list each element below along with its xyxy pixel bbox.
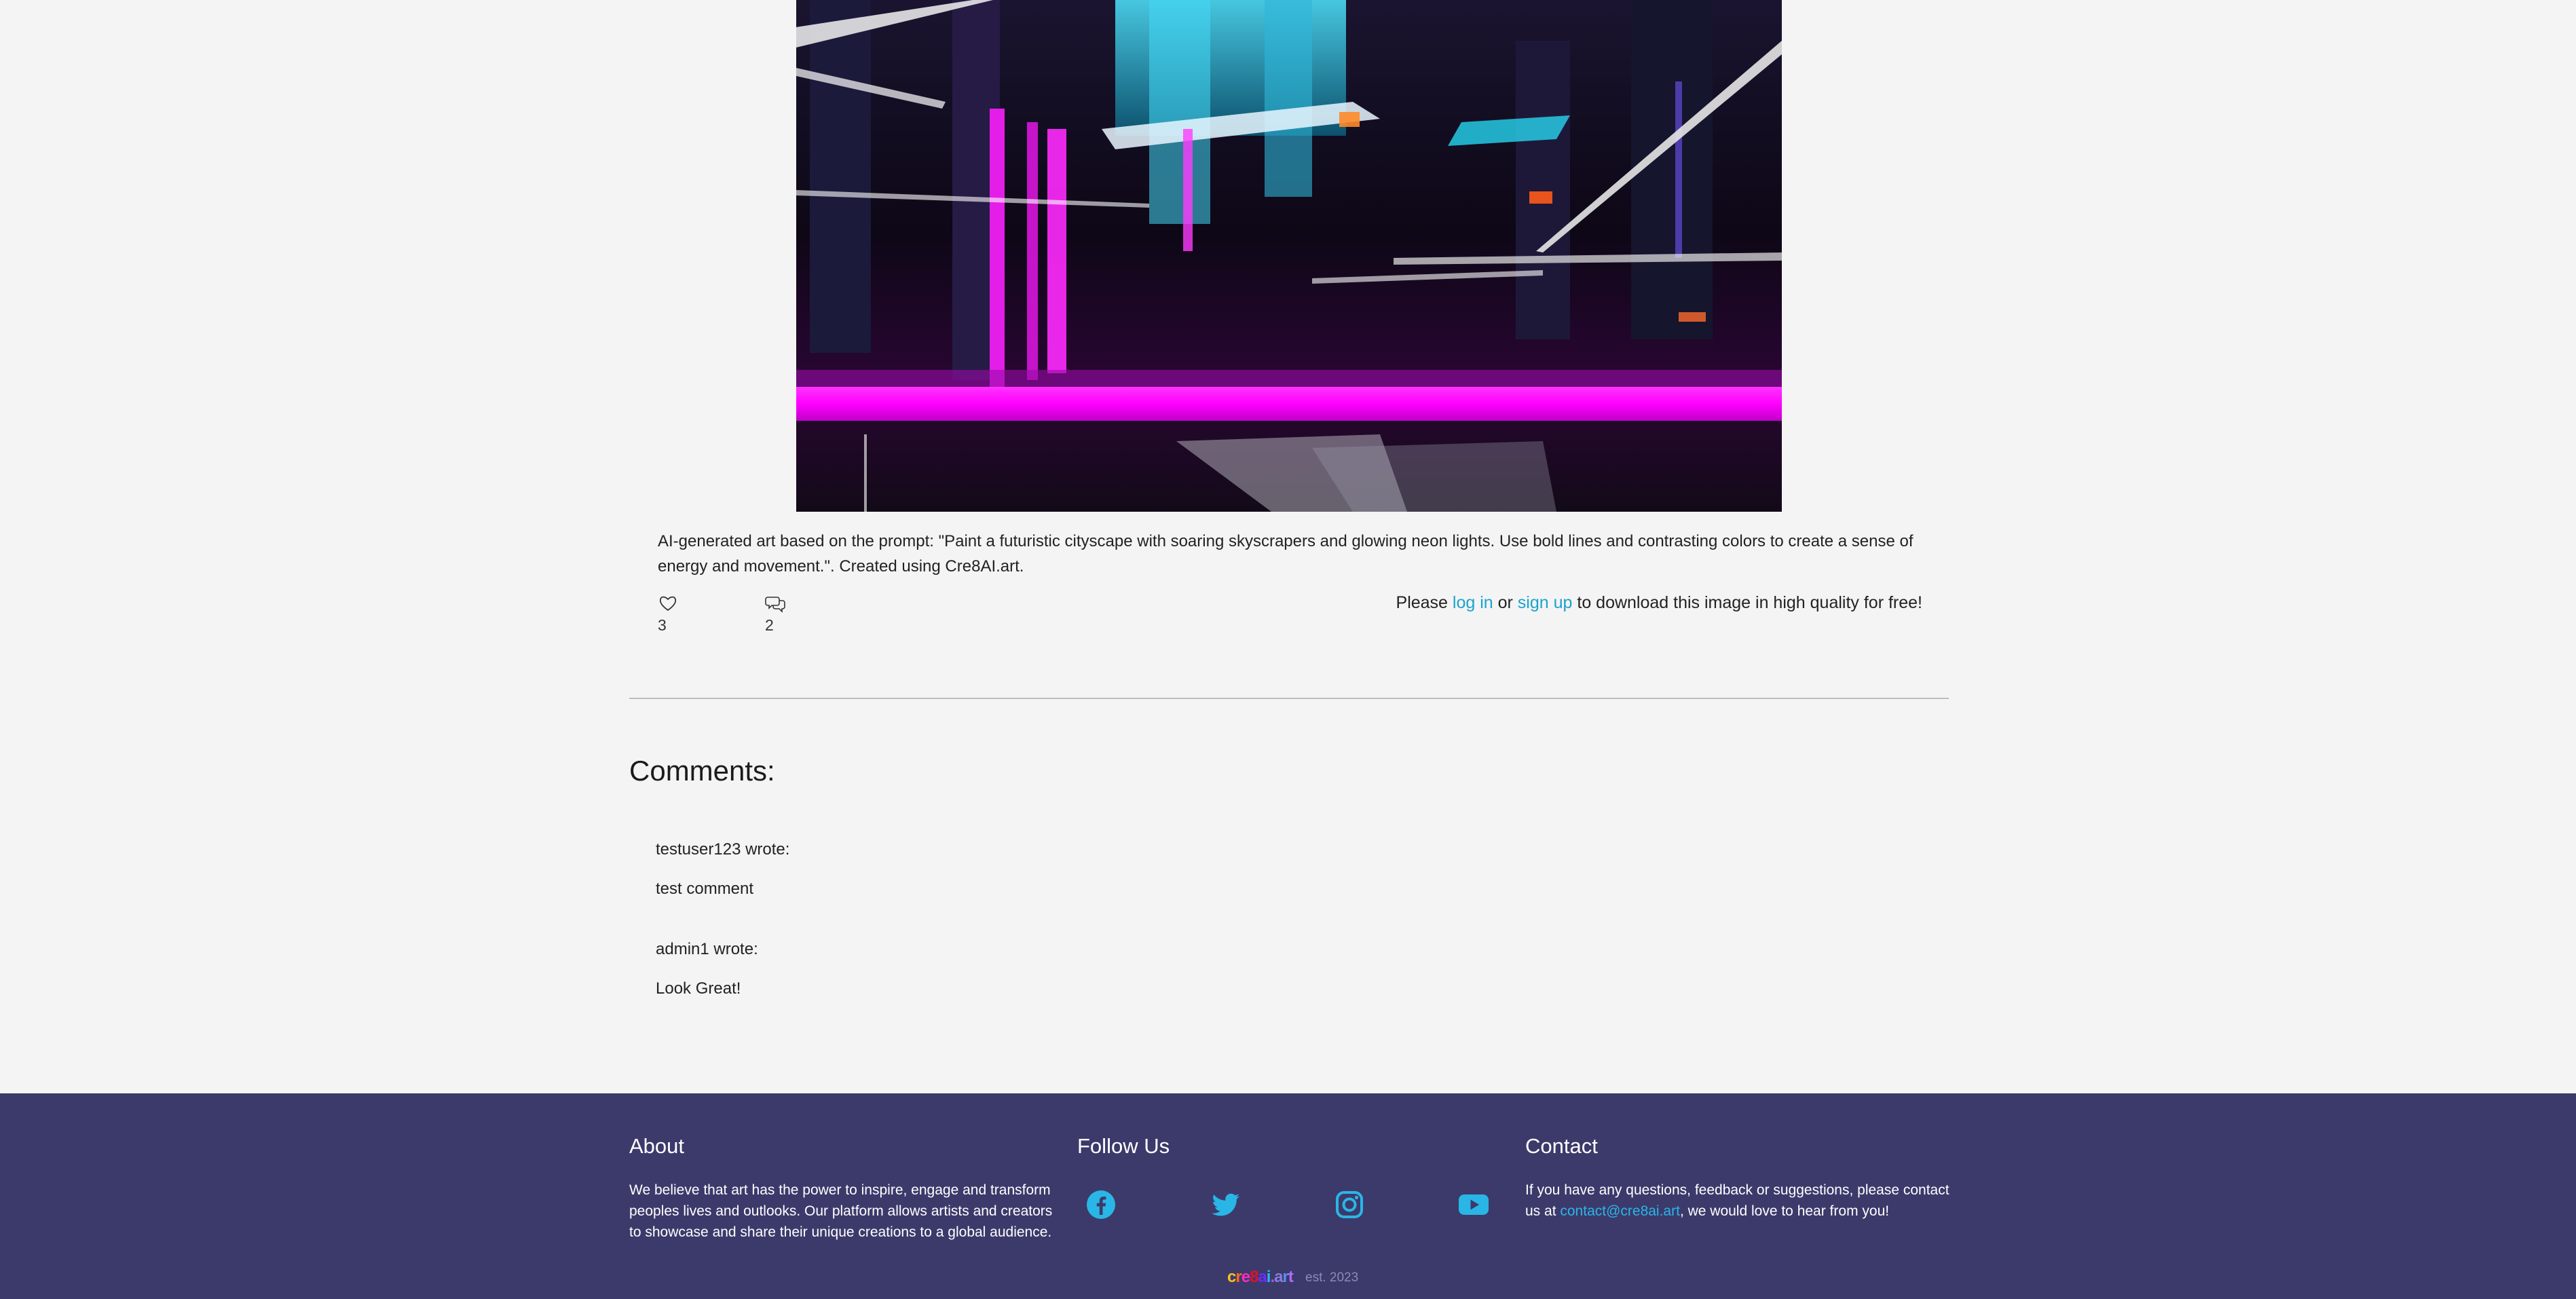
established-year: est. 2023 (1305, 1270, 1359, 1285)
like-count: 3 (658, 616, 667, 634)
instagram-icon[interactable] (1334, 1189, 1365, 1220)
like-stat[interactable]: 3 (658, 593, 678, 635)
artwork-description: AI-generated art based on the prompt: "P… (658, 532, 1914, 576)
contact-email-link[interactable]: contact@cre8ai.art (1560, 1203, 1680, 1219)
footer-about-text: We believe that art has the power to ins… (629, 1182, 1053, 1240)
footer-about-title: About (629, 1134, 685, 1158)
contact-text-after: , we would love to hear from you! (1679, 1203, 1890, 1219)
brand-logo[interactable]: cre8ai.art (1227, 1268, 1294, 1287)
comment-author: admin1 wrote: (656, 940, 758, 958)
comment-body: test comment (656, 880, 754, 898)
comment-count: 2 (765, 616, 774, 634)
logo-letter: r (1235, 1268, 1242, 1286)
logo-letter: a (1274, 1268, 1283, 1286)
youtube-icon[interactable] (1458, 1189, 1489, 1220)
comments-heading: Comments: (629, 755, 775, 787)
logo-letter: t (1288, 1268, 1294, 1286)
footer-contact-title: Contact (1525, 1134, 1598, 1158)
download-or: or (1493, 593, 1518, 612)
artwork-image (796, 0, 1782, 512)
logo-letter: 8 (1250, 1268, 1258, 1286)
logo-letter: r (1282, 1268, 1288, 1286)
download-suffix: to download this image in high quality f… (1572, 593, 1922, 612)
login-link[interactable]: log in (1453, 593, 1493, 612)
footer-contact-text: If you have any questions, feedback or s… (1525, 1180, 1953, 1222)
logo-letter: a (1258, 1268, 1267, 1286)
footer-follow-title: Follow Us (1077, 1134, 1170, 1158)
signup-link[interactable]: sign up (1518, 593, 1573, 612)
comments-icon[interactable] (765, 593, 785, 614)
twitter-icon[interactable] (1210, 1189, 1242, 1220)
logo-letter: c (1227, 1268, 1236, 1286)
download-note: Please log in or sign up to download thi… (1396, 593, 1922, 613)
comment-author: testuser123 wrote: (656, 840, 790, 859)
facebook-icon[interactable] (1085, 1189, 1117, 1220)
comment-body: Look Great! (656, 979, 741, 998)
comment-stat[interactable]: 2 (765, 593, 785, 635)
download-prefix: Please (1396, 593, 1453, 612)
heart-icon[interactable] (658, 593, 678, 614)
section-divider (629, 698, 1949, 699)
logo-letter: e (1241, 1268, 1250, 1286)
